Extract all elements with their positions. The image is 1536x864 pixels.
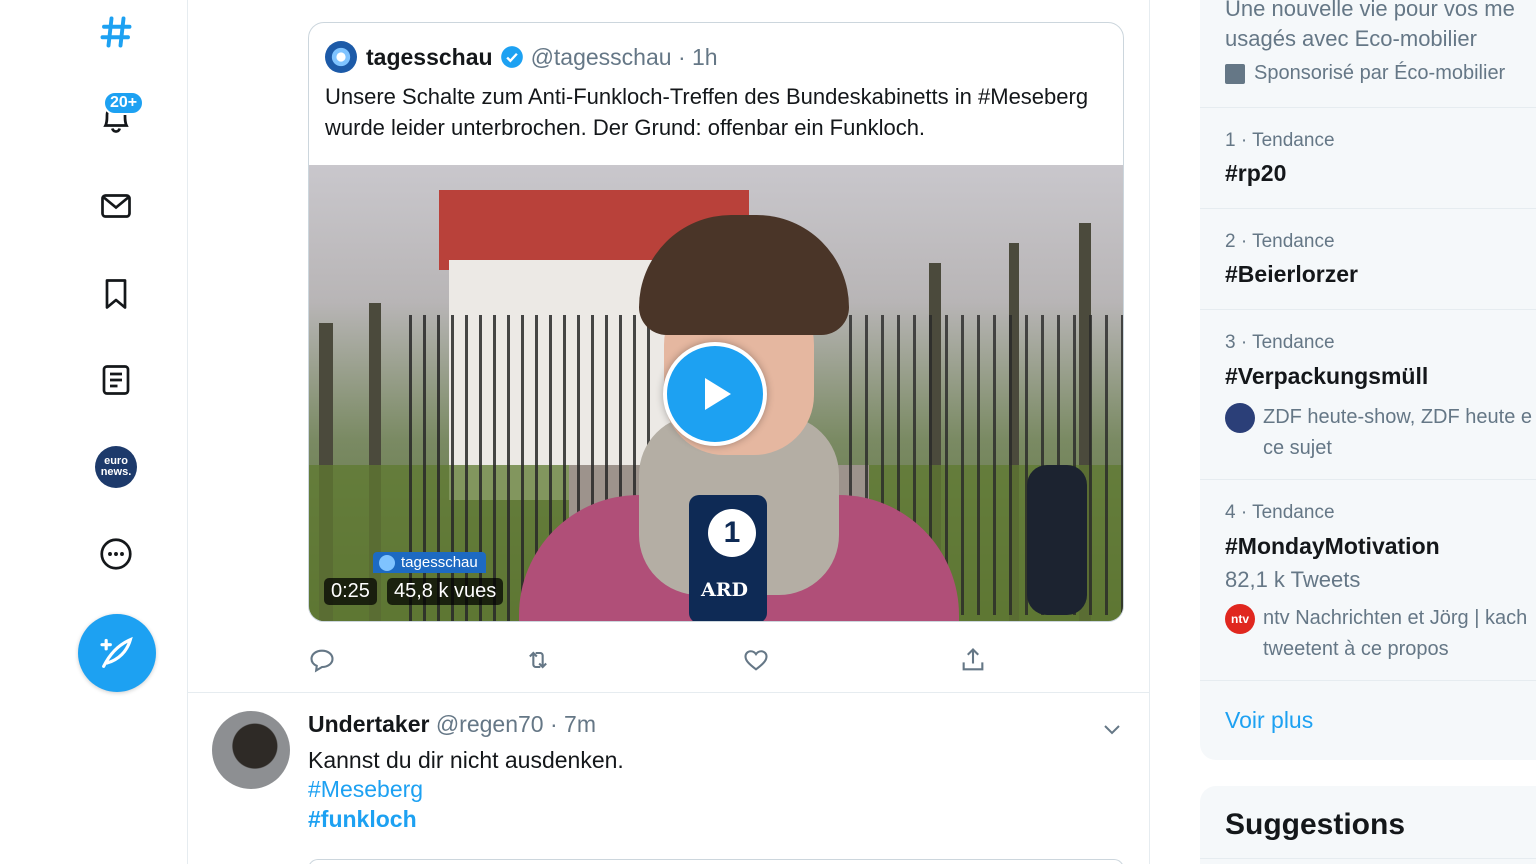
undertaker-avatar[interactable]: [212, 711, 290, 789]
trend-meta: 1 · Tendance: [1225, 130, 1335, 151]
embedded-card-top[interactable]: [308, 859, 1124, 864]
ard-logo-text: ARD: [701, 579, 749, 601]
trend-hashtag: #MondayMotivation: [1225, 533, 1440, 559]
tagesschau-avatar[interactable]: [325, 41, 357, 73]
trend-meta: 4 · Tendance: [1225, 502, 1335, 523]
explore-hashtag-icon[interactable]: [94, 10, 138, 54]
euronews-profile-avatar[interactable]: euro news.: [95, 446, 137, 488]
quoted-tweet-header: tagesschau @tagesschau · 1h: [325, 41, 718, 73]
tweet-time: · 7m: [549, 711, 596, 737]
play-button[interactable]: [663, 342, 767, 446]
ard-one-logo: 1: [708, 509, 756, 557]
trend-context-line: ZDF heute-show, ZDF heute e: [1263, 406, 1533, 428]
quoted-author-handle: @tagesschau: [530, 43, 672, 70]
trend-context-line: ntv Nachrichten et Jörg | kach: [1263, 607, 1528, 629]
ntv-avatar: ntv: [1225, 604, 1255, 634]
quoted-tweet-card[interactable]: tagesschau @tagesschau · 1h Unsere Schal…: [308, 22, 1124, 622]
trend-meta: 2 · Tendance: [1225, 231, 1335, 252]
promoted-icon: [1225, 63, 1245, 84]
notifications-badge: 20+: [103, 91, 145, 115]
euronews-avatar-text: euro news.: [100, 455, 132, 478]
promoted-trend-text[interactable]: Une nouvelle vie pour vos me usagés avec…: [1225, 0, 1515, 54]
zdf-heute-show-avatar: [1225, 403, 1255, 433]
verified-badge-icon: [500, 46, 523, 68]
left-navigation: 20+ euro news.: [0, 0, 188, 864]
lists-icon[interactable]: [94, 358, 138, 402]
right-sidebar: Une nouvelle vie pour vos me usagés avec…: [1200, 0, 1536, 864]
play-icon: [705, 378, 731, 410]
trend-divider: [1200, 208, 1536, 209]
trend-context-line: tweetent à ce propos: [1263, 638, 1449, 660]
video-player[interactable]: 1 ARD tagesschau 0:25 45,8 k vues: [309, 165, 1123, 621]
reply-icon[interactable]: [308, 646, 340, 678]
tweet-author-name[interactable]: Undertaker: [308, 711, 429, 737]
promoted-line-2: usagés avec Eco-mobilier: [1225, 26, 1477, 51]
more-menu-icon[interactable]: [94, 532, 138, 576]
quoted-tweet-text: Unsere Schalte zum Anti-Funkloch-Treffen…: [325, 84, 1089, 140]
trend-divider: [1200, 107, 1536, 108]
share-icon[interactable]: [959, 646, 991, 678]
hashtag-funkloch-link[interactable]: #funkloch: [308, 806, 417, 833]
quoted-tweet-time: · 1h: [677, 43, 718, 70]
compose-tweet-button[interactable]: [78, 614, 156, 692]
bookmarks-icon[interactable]: [94, 272, 138, 316]
trend-tweet-count: 82,1 k Tweets: [1225, 567, 1361, 592]
video-scene-police-officer: [1027, 465, 1087, 615]
timeline: tagesschau @tagesschau · 1h Unsere Schal…: [188, 0, 1150, 864]
tweet-author-handle: @regen70: [435, 711, 544, 737]
trend-hashtag: #rp20: [1225, 160, 1287, 186]
promoted-by: Sponsorisé par Éco-mobilier: [1225, 62, 1505, 85]
like-heart-icon[interactable]: [742, 646, 774, 678]
messages-envelope-icon[interactable]: [94, 184, 138, 228]
tweet-header: Undertaker @regen70 · 7m: [308, 711, 596, 738]
tweet-text: Kannst du dir nicht ausdenken.: [308, 747, 624, 773]
compose-feather-icon: [100, 636, 133, 668]
video-view-count: 45,8 k vues: [387, 578, 504, 605]
trend-meta: 3 · Tendance: [1225, 332, 1335, 353]
tagesschau-lower-third: tagesschau: [373, 552, 486, 573]
trend-hashtag: #Beierlorzer: [1225, 261, 1358, 287]
trend-hashtag: #Verpackungsmüll: [1225, 363, 1429, 389]
retweet-icon[interactable]: [524, 646, 556, 678]
promoted-by-label: Sponsorisé par Éco-mobilier: [1254, 62, 1506, 84]
promoted-line-1: Une nouvelle vie pour vos me: [1225, 0, 1515, 21]
tweet-actions: [308, 646, 1124, 678]
show-more-trends-link[interactable]: Voir plus: [1225, 707, 1313, 734]
trend-divider: [1200, 309, 1536, 310]
trend-context-line: ce sujet: [1263, 437, 1332, 459]
trend-divider: [1200, 680, 1536, 681]
suggestions-divider: [1200, 858, 1536, 859]
hashtag-meseberg-link[interactable]: #Meseberg: [308, 776, 423, 803]
trend-divider: [1200, 479, 1536, 480]
video-duration: 0:25: [324, 578, 377, 605]
chevron-down-icon[interactable]: [1100, 717, 1124, 741]
tweet[interactable]: Undertaker @regen70 · 7m Kannst du dir n…: [188, 693, 1150, 864]
quoted-author-name[interactable]: tagesschau: [366, 44, 493, 71]
suggestions-title: Suggestions: [1225, 808, 1406, 841]
